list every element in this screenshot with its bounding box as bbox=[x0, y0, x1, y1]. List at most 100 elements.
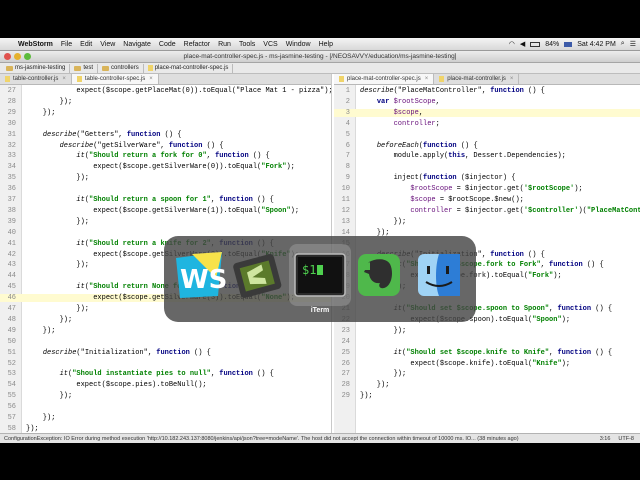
code-line[interactable]: 25 it("Should set $scope.knife to Knife"… bbox=[334, 349, 640, 357]
code-token: expect($scope.pies).toBeNull(); bbox=[26, 381, 207, 390]
iterm-icon[interactable]: $1 bbox=[293, 248, 347, 302]
code-token: $rootScope bbox=[389, 97, 436, 106]
tab-table-controller-spec[interactable]: table-controller-spec.js × bbox=[71, 74, 159, 84]
code-token: }); bbox=[26, 414, 56, 422]
code-line[interactable]: 35 }); bbox=[0, 174, 331, 182]
menubar-clock[interactable]: Sat 4:42 PM bbox=[577, 41, 616, 48]
code-line[interactable]: 29}); bbox=[334, 392, 640, 400]
code-line[interactable]: 23 }); bbox=[334, 327, 640, 335]
code-line[interactable]: 54 expect($scope.pies).toBeNull(); bbox=[0, 381, 331, 389]
notification-center-icon[interactable]: ☰ bbox=[630, 40, 636, 48]
status-message[interactable]: ConfigurationException: IO Error during … bbox=[4, 436, 519, 442]
minimize-window-icon[interactable] bbox=[14, 53, 21, 60]
code-line[interactable]: 5 bbox=[334, 131, 640, 139]
menu-code[interactable]: Code bbox=[155, 41, 180, 48]
finder-icon[interactable] bbox=[412, 248, 466, 302]
code-line[interactable]: 12 controller = $injector.get('$controll… bbox=[334, 207, 640, 215]
webstorm-icon[interactable]: WS bbox=[172, 248, 226, 302]
code-line[interactable]: 36 bbox=[0, 185, 331, 193]
code-line[interactable]: 11 $scope = $rootScope.$new(); bbox=[334, 196, 640, 204]
menu-app-name[interactable]: WebStorm bbox=[14, 41, 57, 48]
code-token: "Spoon" bbox=[532, 315, 562, 324]
file-encoding[interactable]: UTF-8 bbox=[618, 436, 634, 442]
code-line[interactable]: 32 describe("getSilverWare", function ()… bbox=[0, 142, 331, 150]
code-line[interactable]: 29 }); bbox=[0, 109, 331, 117]
menu-help[interactable]: Help bbox=[315, 41, 337, 48]
evernote-icon[interactable] bbox=[352, 248, 406, 302]
volume-icon[interactable]: ◀ bbox=[520, 40, 525, 48]
line-number: 30 bbox=[7, 119, 16, 128]
close-tab-icon[interactable]: × bbox=[62, 76, 66, 82]
code-line[interactable]: 2 var $rootScope, bbox=[334, 98, 640, 106]
code-line[interactable]: 51 describe("Initialization", function (… bbox=[0, 349, 331, 357]
code-token: '$controller' bbox=[523, 206, 579, 215]
cursor-position[interactable]: 3:16 bbox=[600, 436, 611, 442]
menu-edit[interactable]: Edit bbox=[76, 41, 96, 48]
code-token: it bbox=[393, 348, 403, 357]
menu-vcs[interactable]: VCS bbox=[259, 41, 281, 48]
close-tab-icon[interactable]: × bbox=[510, 76, 514, 82]
code-line[interactable]: 52 bbox=[0, 360, 331, 368]
breadcrumb-controllers[interactable]: controllers bbox=[98, 63, 144, 73]
menu-navigate[interactable]: Navigate bbox=[119, 41, 155, 48]
wifi-icon[interactable]: ◠ bbox=[509, 40, 515, 48]
code-line[interactable]: 6 beforeEach(function () { bbox=[334, 142, 640, 150]
code-line[interactable]: 27 expect($scope.getPlaceMat(0)).toEqual… bbox=[0, 87, 331, 95]
selected-app-label: iTerm bbox=[310, 307, 330, 314]
close-window-icon[interactable] bbox=[4, 53, 11, 60]
close-tab-icon[interactable]: × bbox=[149, 76, 153, 82]
sublime-text-icon[interactable] bbox=[230, 248, 284, 302]
menu-refactor[interactable]: Refactor bbox=[180, 41, 214, 48]
code-token: it bbox=[76, 239, 85, 248]
breadcrumb-file[interactable]: place-mat-controller-spec.js bbox=[144, 63, 234, 73]
tab-table-controller[interactable]: table-controller.js × bbox=[0, 74, 72, 84]
menu-view[interactable]: View bbox=[96, 41, 119, 48]
code-line[interactable]: 26 expect($scope.knife).toEqual("Knife")… bbox=[334, 360, 640, 368]
code-line[interactable]: 55 }); bbox=[0, 392, 331, 400]
battery-icon[interactable] bbox=[530, 41, 541, 47]
code-line[interactable]: 10 $rootScope = $injector.get('$rootScop… bbox=[334, 185, 640, 193]
flag-icon[interactable] bbox=[564, 41, 573, 47]
code-line[interactable]: 38 expect($scope.getSilverWare(1)).toEqu… bbox=[0, 207, 331, 215]
close-tab-icon[interactable]: × bbox=[425, 76, 429, 82]
code-line[interactable]: 31 describe("Getters", function () { bbox=[0, 131, 331, 139]
code-line[interactable]: 28 }); bbox=[0, 98, 331, 106]
spotlight-icon[interactable]: ⌕ bbox=[621, 40, 625, 48]
code-token: controller bbox=[360, 206, 453, 215]
code-line[interactable]: 57 }); bbox=[0, 414, 331, 422]
code-token: ); bbox=[561, 359, 571, 368]
line-number: 32 bbox=[7, 141, 16, 150]
code-line[interactable]: 9 inject(function ($injector) { bbox=[334, 174, 640, 182]
code-line[interactable]: 50 bbox=[0, 338, 331, 346]
breadcrumb-test[interactable]: test bbox=[70, 63, 99, 73]
menu-run[interactable]: Run bbox=[214, 41, 235, 48]
ide-statusbar: ConfigurationException: IO Error during … bbox=[0, 433, 640, 443]
menu-tools[interactable]: Tools bbox=[235, 41, 259, 48]
code-line[interactable]: 53 it("Should instantiate pies to null",… bbox=[0, 370, 331, 378]
menu-file[interactable]: File bbox=[57, 41, 76, 48]
code-line[interactable]: 37 it("Should return a spoon for 1", fun… bbox=[0, 196, 331, 204]
code-line[interactable]: 24 bbox=[334, 338, 640, 346]
code-line[interactable]: 4 controller; bbox=[334, 120, 640, 128]
code-token: }); bbox=[26, 424, 39, 433]
code-line[interactable]: 8 bbox=[334, 163, 640, 171]
code-line[interactable]: 49 }); bbox=[0, 327, 331, 335]
code-line[interactable]: 34 expect($scope.getSilverWare(0)).toEqu… bbox=[0, 163, 331, 171]
code-line[interactable]: 56 bbox=[0, 403, 331, 411]
code-token: function bbox=[490, 87, 524, 95]
breadcrumb-project[interactable]: ms-jasmine-testing bbox=[2, 63, 71, 73]
menu-window[interactable]: Window bbox=[282, 41, 315, 48]
code-line[interactable]: 1 describe("PlaceMatController", function… bbox=[334, 87, 640, 95]
code-line[interactable]: 33 it("Should return a fork for 0", func… bbox=[0, 152, 331, 160]
code-line[interactable]: 30 bbox=[0, 120, 331, 128]
code-line[interactable]: 3 $scope, bbox=[334, 108, 640, 118]
code-line[interactable]: 39 }); bbox=[0, 218, 331, 226]
code-line[interactable]: 7 module.apply(this, Dessert.Dependencie… bbox=[334, 152, 640, 160]
tab-place-mat-controller[interactable]: place-mat-controller.js × bbox=[434, 74, 520, 84]
code-line[interactable]: 27 }); bbox=[334, 370, 640, 378]
tab-place-mat-controller-spec[interactable]: place-mat-controller-spec.js × bbox=[334, 74, 435, 84]
zoom-window-icon[interactable] bbox=[24, 53, 31, 60]
code-line[interactable]: 58}); bbox=[0, 425, 331, 433]
code-line[interactable]: 13 }); bbox=[334, 218, 640, 226]
code-line[interactable]: 28 }); bbox=[334, 381, 640, 389]
